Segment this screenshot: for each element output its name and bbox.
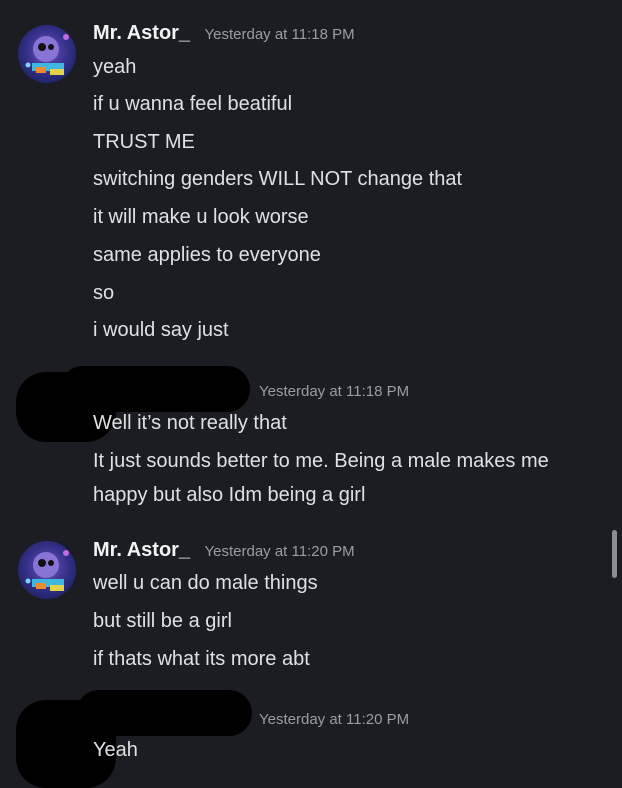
username[interactable]: Mr. Astor_ bbox=[93, 539, 190, 561]
message-line: Yeah bbox=[93, 739, 138, 761]
avatar-image-icon bbox=[18, 25, 76, 83]
message-line: Well it’s not really that bbox=[93, 412, 287, 434]
username[interactable]: Mr. Astor_ bbox=[93, 22, 190, 44]
redacted-username bbox=[76, 690, 252, 736]
avatar[interactable] bbox=[18, 541, 76, 599]
message-line: so bbox=[93, 282, 115, 304]
message-header: Mr. Astor_ Yesterday at 11:20 PM bbox=[93, 539, 355, 565]
timestamp[interactable]: Yesterday at 11:18 PM bbox=[205, 26, 355, 43]
message-line: well u can do male things bbox=[93, 572, 318, 594]
message-line: same applies to everyone bbox=[93, 244, 321, 266]
timestamp[interactable]: Yesterday at 11:20 PM bbox=[205, 543, 355, 560]
avatar[interactable] bbox=[18, 25, 76, 83]
timestamp[interactable]: Yesterday at 11:18 PM bbox=[259, 383, 409, 400]
message-line: i would say just bbox=[93, 319, 229, 341]
message-line: if u wanna feel beatiful bbox=[93, 93, 293, 115]
message-line: but still be a girl bbox=[93, 610, 232, 632]
message-line: if thats what its more abt bbox=[93, 648, 310, 670]
message-line: yeah bbox=[93, 56, 137, 78]
scrollbar[interactable] bbox=[612, 530, 617, 578]
message-line: TRUST ME bbox=[93, 131, 195, 153]
timestamp[interactable]: Yesterday at 11:20 PM bbox=[259, 711, 409, 728]
message-header: Mr. Astor_ Yesterday at 11:18 PM bbox=[93, 22, 355, 48]
message-line: It just sounds better to me. Being a mal… bbox=[93, 450, 549, 506]
message-line: it will make u look worse bbox=[93, 206, 309, 228]
message-line: switching genders WILL NOT change that bbox=[93, 168, 463, 190]
avatar-image-icon bbox=[18, 541, 76, 599]
